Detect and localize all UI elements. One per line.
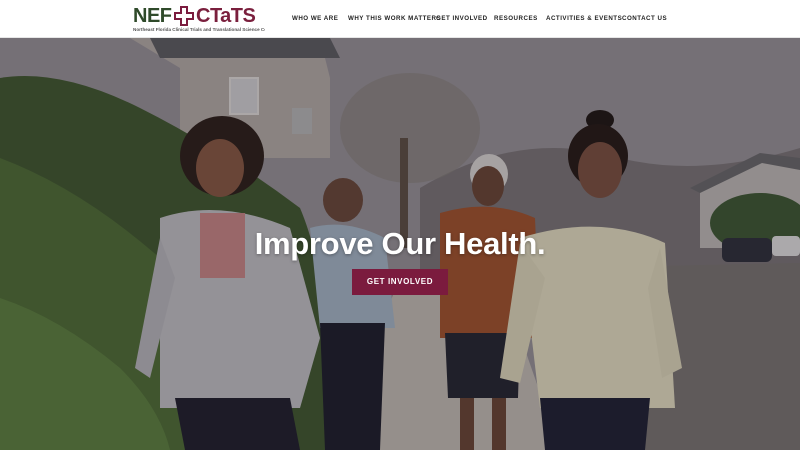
site-logo[interactable]: NEF CTaTS Northeast Florida Clinical Tri…: [133, 5, 265, 35]
nav-item-get-involved[interactable]: GET INVOLVED: [436, 14, 488, 24]
logo-nef-text: NEF: [133, 5, 172, 27]
nav-item-contact-us[interactable]: CONTACT US: [622, 14, 667, 24]
hero-section: Improve Our Health. GET INVOLVED: [0, 38, 800, 450]
get-involved-button[interactable]: GET INVOLVED: [352, 269, 448, 295]
logo-tagline: Northeast Florida Clinical Trials and Tr…: [133, 27, 265, 32]
logo-ctats-text: CTaTS: [196, 5, 256, 27]
hero-title: Improve Our Health.: [254, 226, 546, 261]
nav-item-activities-events[interactable]: ACTIVITIES & EVENTS: [546, 14, 622, 24]
nav-item-why-this-work-matters[interactable]: WHY THIS WORK MATTERS: [348, 14, 441, 24]
nav-item-resources[interactable]: RESOURCES: [494, 14, 538, 24]
plus-cross-icon: [174, 6, 194, 26]
nav-item-who-we-are[interactable]: WHO WE ARE: [292, 14, 338, 24]
site-header: NEF CTaTS Northeast Florida Clinical Tri…: [0, 0, 800, 38]
